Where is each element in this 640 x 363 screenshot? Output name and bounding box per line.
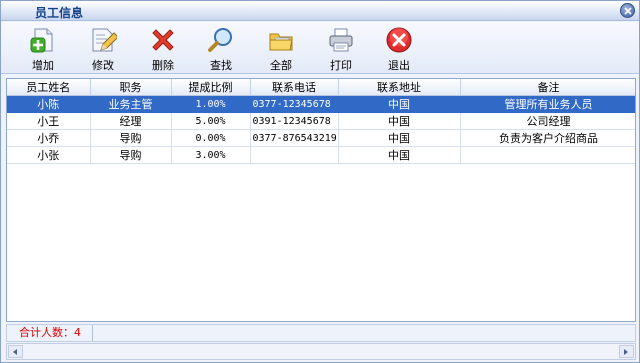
add-button-label: 增加 [32,59,54,72]
cell-name: 小陈 [7,95,91,113]
column-header-remarks[interactable]: 备注 [460,79,635,96]
table-row[interactable]: 小乔 导购 0.00% 0377-876543219 中国 负责为客户介绍商品 [7,129,635,147]
print-button-label: 打印 [330,59,352,72]
cell-position: 经理 [90,112,172,130]
printer-icon [329,28,353,52]
window-title: 员工信息 [35,6,84,20]
cell-phone: 0377-12345678 [250,95,339,113]
arrow-left-icon [13,349,17,355]
scroll-right-button[interactable] [619,345,634,358]
add-document-icon [30,28,53,53]
cell-remarks: 管理所有业务人员 [460,95,635,113]
horizontal-scrollbar[interactable] [6,343,636,360]
print-button[interactable]: 打印 [316,24,366,72]
cell-name: 小王 [7,112,91,130]
cell-address: 中国 [338,129,461,147]
toolbar: 增加 修改 删除 查找 全部 打印 退出 [1,22,639,74]
cell-position: 导购 [90,146,172,164]
cell-phone: 0391-12345678 [250,112,339,130]
cell-remarks: 负责为客户介绍商品 [460,129,635,147]
show-all-button-label: 全部 [270,59,292,72]
column-header-name[interactable]: 员工姓名 [7,79,91,96]
employee-info-window: 员工信息 增加 修改 删除 查找 全部 打印 退出 员工姓名 职务 提成比例 联… [0,0,640,363]
cell-position: 导购 [90,129,172,147]
magnifier-icon [208,28,232,52]
exit-button-label: 退出 [388,59,410,72]
employee-table[interactable]: 员工姓名 职务 提成比例 联系电话 联系地址 备注 小陈 业务主管 1.00% … [6,78,636,322]
exit-icon [386,27,412,53]
show-all-button[interactable]: 全部 [256,24,306,72]
close-button[interactable] [620,3,635,18]
delete-button-label: 删除 [152,59,174,72]
column-header-commission[interactable]: 提成比例 [171,79,251,96]
table-row[interactable]: 小陈 业务主管 1.00% 0377-12345678 中国 管理所有业务人员 [7,95,635,113]
close-icon [624,7,632,15]
title-bar: 员工信息 [1,1,639,21]
cell-commission: 1.00% [171,95,251,113]
cell-remarks [460,146,635,164]
cell-address: 中国 [338,146,461,164]
total-count-label: 合计人数：4 [7,325,93,341]
exit-button[interactable]: 退出 [374,24,424,72]
scroll-left-button[interactable] [8,345,23,358]
search-button[interactable]: 查找 [196,24,246,72]
cell-commission: 0.00% [171,129,251,147]
cell-name: 小张 [7,146,91,164]
column-header-position[interactable]: 职务 [90,79,172,96]
cell-name: 小乔 [7,129,91,147]
add-button[interactable]: 增加 [18,24,68,72]
cell-position: 业务主管 [90,95,172,113]
cell-commission: 3.00% [171,146,251,164]
table-header-row: 员工姓名 职务 提成比例 联系电话 联系地址 备注 [7,79,635,96]
folder-icon [269,33,293,51]
delete-button[interactable]: 删除 [138,24,188,72]
column-header-phone[interactable]: 联系电话 [250,79,339,96]
status-bar: 合计人数：4 [6,324,636,342]
cell-address: 中国 [338,95,461,113]
red-x-icon [152,29,174,51]
table-row[interactable]: 小王 经理 5.00% 0391-12345678 中国 公司经理 [7,112,635,130]
edit-button-label: 修改 [92,59,114,72]
search-button-label: 查找 [210,59,232,72]
arrow-right-icon [624,349,628,355]
column-header-address[interactable]: 联系地址 [338,79,461,96]
edit-document-icon [92,28,117,52]
cell-commission: 5.00% [171,112,251,130]
edit-button[interactable]: 修改 [78,24,128,72]
cell-remarks: 公司经理 [460,112,635,130]
table-row[interactable]: 小张 导购 3.00% 中国 [7,146,635,164]
cell-phone: 0377-876543219 [250,129,339,147]
cell-address: 中国 [338,112,461,130]
cell-phone [250,146,339,164]
